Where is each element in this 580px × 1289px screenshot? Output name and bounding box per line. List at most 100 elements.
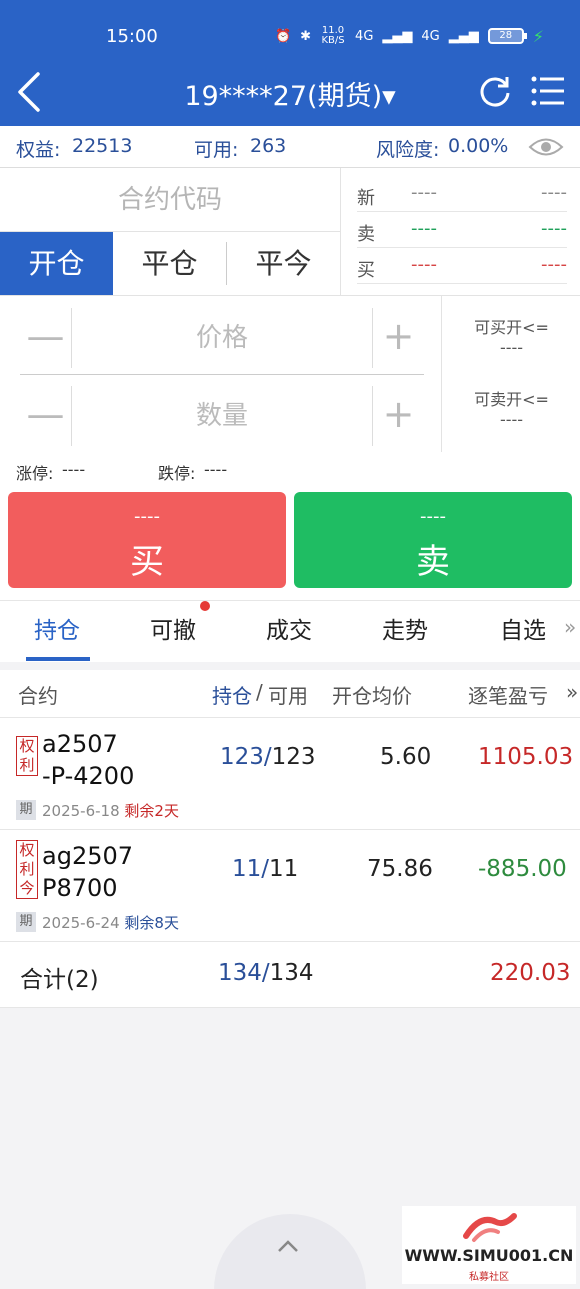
total-pnl: 220.03 — [490, 960, 571, 986]
tab-close-today[interactable]: 平今 — [227, 232, 340, 295]
option-tag-char: 权 — [19, 737, 35, 755]
watermark: WWW.SIMU001.CN 私募社区 — [402, 1206, 576, 1284]
quantity-minus-button[interactable]: — — [20, 386, 72, 446]
avg-price: 5.60 — [380, 744, 432, 770]
status-icons: ⏰ ✱ 11.0 KB/S 4G ▂▄▆ 4G ▂▄▆ 28 ⚡ — [275, 26, 544, 46]
table-header: 合约 持仓 / 可用 开仓均价 逐笔盈亏 » — [0, 670, 580, 718]
expiry-date: 2025-6-24 — [42, 914, 120, 932]
price-minus-button[interactable]: — — [20, 308, 72, 368]
menu-icon[interactable] — [530, 74, 566, 108]
tab-trend[interactable]: 走势 — [382, 611, 428, 645]
signal-4g-1: 4G — [355, 28, 374, 44]
tab-open[interactable]: 开仓 — [0, 232, 113, 295]
slash: / — [263, 744, 272, 770]
quantity-stepper: — 数量 + — [20, 386, 424, 446]
can-buy-label: 可买开<= — [474, 318, 549, 337]
tab-trades[interactable]: 成交 — [266, 611, 312, 645]
position-value: 123 — [220, 744, 264, 770]
divider — [20, 374, 424, 375]
limit-down-value: ---- — [204, 460, 228, 479]
can-sell-value: ---- — [499, 410, 524, 429]
sell-label: 卖 — [416, 542, 450, 582]
tabs-more-icon[interactable]: » — [564, 615, 576, 639]
option-tag-char: 利 — [19, 756, 35, 774]
buy-button[interactable]: ---- 买 — [8, 492, 286, 588]
position-qty: 123/123 — [220, 744, 316, 770]
contract-line1: a2507 — [42, 730, 118, 758]
sell-button[interactable]: ---- 卖 — [294, 492, 572, 588]
slash: / — [261, 960, 270, 986]
top-bar: 15:00 ⏰ ✱ 11.0 KB/S 4G ▂▄▆ 4G ▂▄▆ 28 ⚡ 1… — [0, 0, 580, 126]
tab-cancelable[interactable]: 可撤 — [150, 611, 196, 645]
refresh-icon[interactable] — [478, 74, 512, 108]
option-tag: 权 利 — [16, 736, 38, 776]
can-sell-label: 可卖开<= — [474, 390, 549, 409]
signal-bars-icon: ▂▄▆ — [382, 28, 413, 44]
table-row[interactable]: 权 利 a2507 -P-4200 期 2025-6-18 剩余2天 123/1… — [0, 718, 580, 830]
tab-positions[interactable]: 持仓 — [34, 611, 80, 645]
contract-line2: -P-4200 — [42, 762, 135, 790]
table-row[interactable]: 权 利 今 ag2507 P8700 期 2025-6-24 剩余8天 11/1… — [0, 830, 580, 942]
limit-down-label: 跌停: — [158, 464, 196, 483]
risk-label: 风险度: — [376, 139, 440, 161]
equity-value: 22513 — [72, 135, 133, 157]
quantity-input[interactable]: 数量 — [76, 386, 368, 446]
quote-panel: 新 ---- ---- 卖 ---- ---- 买 ---- ---- — [340, 168, 580, 296]
price-input[interactable]: 价格 — [76, 308, 368, 368]
nav-bar: 19****27(期货)▾ — [0, 68, 580, 118]
tab-close[interactable]: 平仓 — [113, 232, 226, 295]
contract-code-input[interactable]: 合约代码 — [0, 168, 340, 232]
col-more-icon[interactable]: » — [566, 680, 578, 704]
expiry-info: 2025-6-18 剩余2天 — [42, 800, 179, 821]
col-contract: 合约 — [18, 684, 58, 708]
slash: / — [261, 856, 270, 882]
quote-label-last: 新 — [357, 188, 375, 209]
col-avg-price: 开仓均价 — [332, 684, 412, 708]
contract-line1: ag2507 — [42, 842, 134, 870]
sell-price: ---- — [420, 506, 446, 527]
eye-icon[interactable] — [528, 134, 564, 160]
contract-name: ag2507 P8700 — [42, 840, 133, 904]
available-value: 123 — [271, 744, 316, 770]
quote-row-bid: 买 ---- ---- — [357, 254, 567, 284]
tab-watchlist[interactable]: 自选 — [500, 611, 546, 645]
risk-value: 0.00% — [448, 135, 509, 157]
signal-4g-2: 4G — [421, 28, 440, 44]
bottom-tabs: 持仓 可撤 成交 走势 自选 » — [0, 600, 580, 662]
watermark-sub: 私募社区 — [469, 1272, 509, 1283]
col-slash: / — [256, 680, 263, 704]
option-tag: 权 利 今 — [16, 840, 38, 899]
price-stepper: — 价格 + — [20, 308, 424, 368]
chevron-up-icon — [278, 1240, 298, 1252]
battery-icon: 28 — [487, 28, 527, 44]
quote-row-ask: 卖 ---- ---- — [357, 218, 567, 248]
quote-row-last: 新 ---- ---- — [357, 182, 567, 212]
expiry-date: 2025-6-18 — [42, 802, 120, 820]
network-speed: 11.0 KB/S — [321, 25, 345, 46]
order-buttons: ---- 买 ---- 卖 — [0, 488, 580, 600]
limit-up-label: 涨停: — [16, 464, 54, 483]
limit-up-value: ---- — [62, 460, 86, 479]
avg-price: 75.86 — [367, 856, 433, 882]
quantity-plus-button[interactable]: + — [372, 386, 424, 446]
col-position[interactable]: 持仓 — [212, 680, 252, 709]
buy-price: ---- — [134, 506, 160, 527]
quote-bid-price: ---- — [411, 254, 437, 275]
quote-ask-volume: ---- — [541, 218, 567, 239]
available-value: 263 — [250, 135, 287, 157]
total-position: 134 — [218, 960, 262, 986]
expiry-info: 2025-6-24 剩余8天 — [42, 912, 179, 933]
col-available[interactable]: 可用 — [268, 680, 308, 709]
position-qty: 11/11 — [232, 856, 298, 882]
watermark-url: WWW.SIMU001.CN — [404, 1246, 574, 1265]
available-open-panel: 可买开<= ---- 可卖开<= ---- — [443, 296, 580, 452]
available-value: 11 — [269, 856, 299, 882]
pnl-value: 1105.03 — [478, 744, 574, 770]
status-time: 15:00 — [106, 26, 158, 47]
option-tag-char: 权 — [19, 841, 35, 859]
price-plus-button[interactable]: + — [372, 308, 424, 368]
contract-line2: P8700 — [42, 874, 118, 902]
option-tag-char: 今 — [19, 879, 35, 897]
quote-last-change: ---- — [541, 182, 567, 203]
contract-name: a2507 -P-4200 — [42, 728, 134, 792]
